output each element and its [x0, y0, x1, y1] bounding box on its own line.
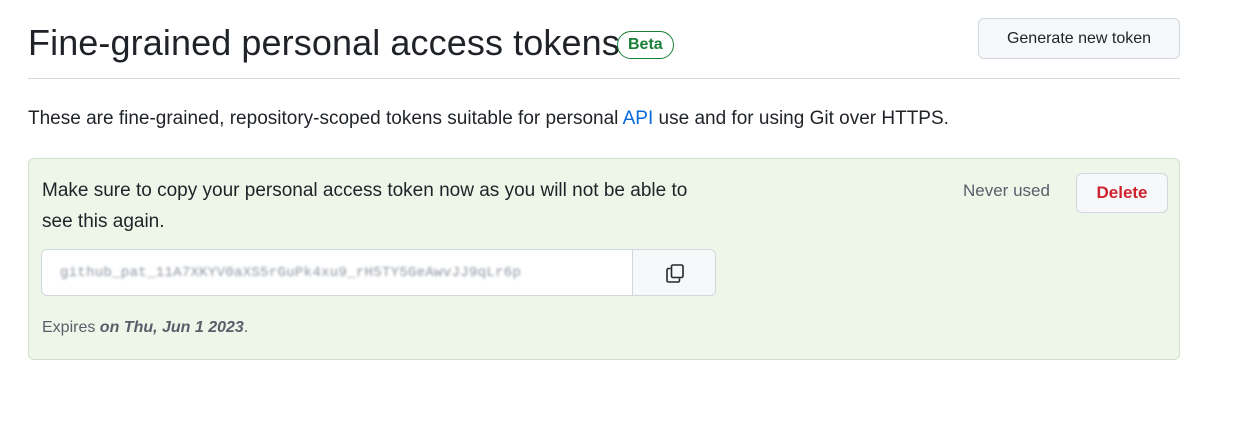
- new-token-flash: Make sure to copy your personal access t…: [28, 158, 1180, 360]
- description-text-start: These are fine-grained, repository-scope…: [28, 108, 623, 129]
- api-link[interactable]: API: [623, 108, 654, 129]
- expires-date: on Thu, Jun 1 2023: [99, 319, 244, 336]
- page-header: Fine-grained personal access tokens Beta…: [28, 18, 1180, 79]
- description-text-end: use and for using Git over HTTPS.: [653, 108, 949, 129]
- expires-suffix: .: [243, 319, 249, 336]
- delete-token-button[interactable]: Delete: [1076, 173, 1168, 213]
- copy-token-warning: Make sure to copy your personal access t…: [42, 180, 688, 232]
- page-description: These are fine-grained, repository-scope…: [28, 108, 949, 130]
- beta-badge: Beta: [617, 31, 674, 59]
- token-value-field[interactable]: [42, 250, 632, 295]
- copy-token-button[interactable]: [632, 250, 715, 295]
- copy-icon: [666, 264, 684, 283]
- expires-label: Expires: [42, 319, 100, 336]
- generate-new-token-button[interactable]: Generate new token: [978, 18, 1180, 59]
- page-title: Fine-grained personal access tokens: [28, 22, 620, 63]
- token-usage-status: Never used: [963, 181, 1050, 200]
- token-expiration: Expires on Thu, Jun 1 2023.: [42, 319, 248, 337]
- token-field-group: [41, 249, 716, 296]
